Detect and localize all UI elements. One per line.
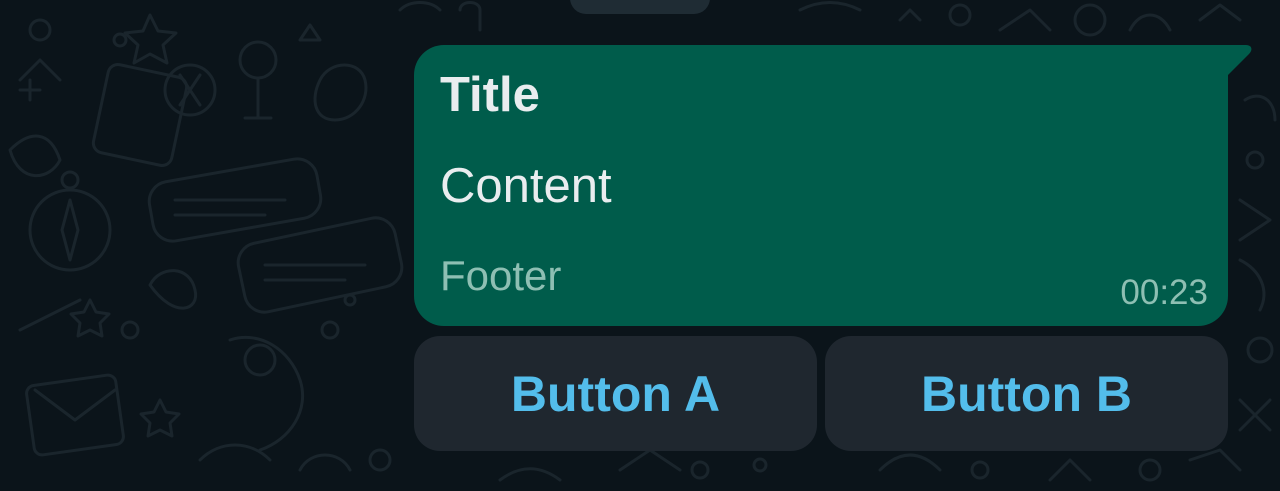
bubble-tail-icon xyxy=(1226,45,1252,77)
message-content: Content xyxy=(440,159,612,213)
date-chip xyxy=(570,0,710,14)
message-title: Title xyxy=(440,68,540,122)
button-b-label: Button B xyxy=(920,365,1133,422)
message-bubble[interactable]: Title Content Footer 00:23 xyxy=(414,45,1228,326)
button-a[interactable]: Button A xyxy=(414,336,817,451)
button-b[interactable]: Button B xyxy=(825,336,1228,451)
button-a-label: Button A xyxy=(510,365,721,422)
message-footer: Footer xyxy=(440,252,562,299)
message-timestamp: 00:23 xyxy=(1120,273,1208,312)
